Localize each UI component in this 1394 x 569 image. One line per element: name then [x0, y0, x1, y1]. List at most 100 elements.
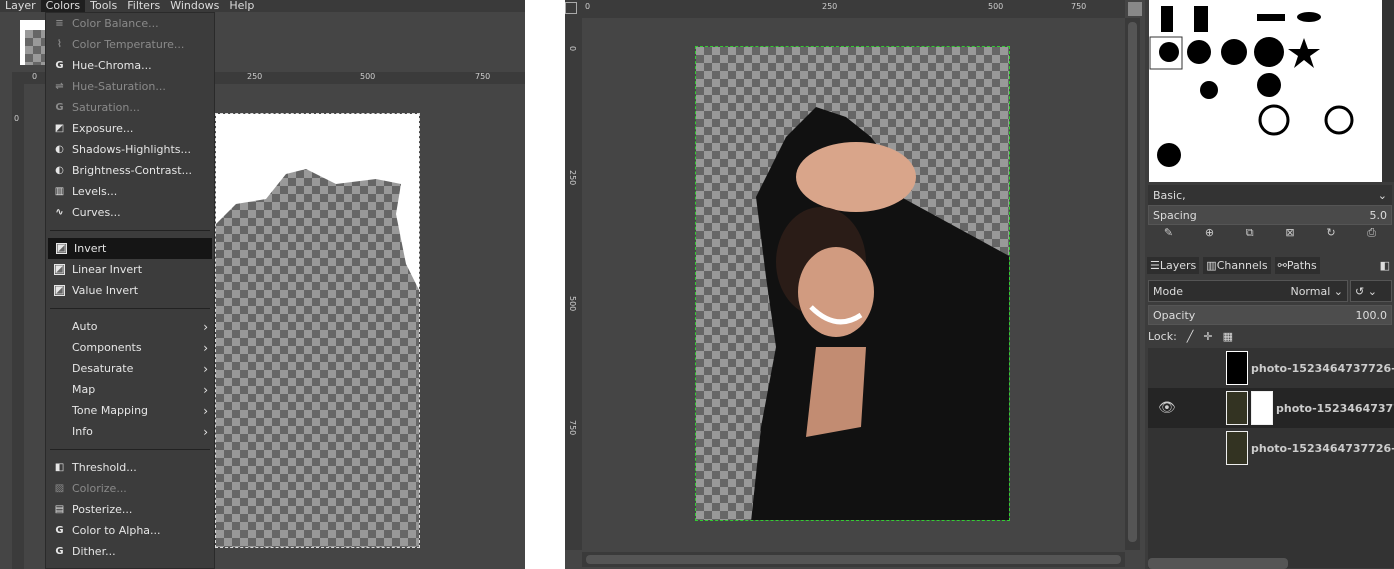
layer-row[interactable]: photo-1523464737726-0	[1148, 428, 1394, 468]
menu-item-color-to-alpha[interactable]: G Color to Alpha...	[46, 520, 214, 541]
layers-horizontal-scrollbar[interactable]	[1148, 558, 1288, 569]
lock-row: Lock: ╱ ✛ ▦	[1148, 328, 1233, 344]
eye-icon[interactable]: 👁	[1158, 400, 1176, 416]
open-as-image-icon[interactable]: ⎙	[1367, 226, 1376, 246]
canvas-mask-image[interactable]	[215, 113, 420, 548]
spacing-field[interactable]: Spacing 5.0	[1148, 205, 1392, 225]
canvas-photo[interactable]	[695, 46, 1010, 521]
lock-pixels-icon[interactable]: ╱	[1187, 330, 1194, 343]
edit-brush-icon[interactable]: ✎	[1164, 226, 1173, 246]
brightness-contrast-icon: ◐	[55, 165, 64, 176]
menu-item-label: Saturation...	[72, 101, 140, 114]
delete-brush-icon[interactable]: ⊠	[1285, 226, 1294, 246]
dock-menu-icon[interactable]: ◧	[1380, 259, 1390, 272]
tab-layers[interactable]: ☰Layers	[1147, 256, 1200, 274]
vertical-scrollbar[interactable]	[1125, 18, 1140, 550]
lock-alpha-icon[interactable]: ▦	[1223, 330, 1233, 343]
tab-paths[interactable]: ⚯Paths	[1274, 256, 1320, 274]
invert-icon: ◩	[54, 264, 65, 275]
quick-mask-toggle[interactable]	[565, 2, 577, 14]
menu-layer[interactable]: Layer	[0, 0, 41, 12]
menu-item-curves[interactable]: ∿ Curves...	[46, 202, 214, 223]
color-balance-icon: ≡	[55, 18, 64, 29]
levels-icon: ▥	[54, 186, 65, 197]
menu-item-tone-mapping[interactable]: Tone Mapping ›	[46, 400, 214, 421]
colorize-icon: ▨	[54, 483, 65, 494]
menu-separator	[50, 449, 210, 450]
ruler-label: 750	[1071, 2, 1087, 11]
menu-item-invert[interactable]: ◩ Invert	[48, 238, 212, 259]
new-brush-icon[interactable]: ⊕	[1205, 226, 1214, 246]
brushes-scrollbar[interactable]	[1382, 0, 1394, 182]
menu-item-color-balance[interactable]: ≡ Color Balance...	[46, 13, 214, 34]
composite-mode-select[interactable]: ↺ ⌄	[1350, 280, 1392, 302]
menu-item-threshold[interactable]: ◧ Threshold...	[46, 457, 214, 478]
threshold-icon: ◧	[54, 462, 65, 473]
lock-position-icon[interactable]: ✛	[1203, 330, 1212, 343]
menu-item-saturation[interactable]: G Saturation...	[46, 97, 214, 118]
image-tab-thumbnail[interactable]	[20, 20, 45, 65]
menu-item-brightness-contrast[interactable]: ◐ Brightness-Contrast...	[46, 160, 214, 181]
menu-item-desaturate[interactable]: Desaturate ›	[46, 358, 214, 379]
menu-item-dither[interactable]: G Dither...	[46, 541, 214, 562]
menu-item-label: Hue-Chroma...	[72, 59, 152, 72]
tab-label: Paths	[1286, 258, 1317, 272]
spacing-value: 5.0	[1369, 208, 1388, 222]
opacity-value: 100.0	[1355, 308, 1388, 322]
ruler-label: 500	[568, 296, 577, 312]
menu-colors[interactable]: Colors	[40, 0, 86, 12]
menu-help[interactable]: Help	[224, 0, 259, 12]
menu-item-hue-saturation[interactable]: ⇌ Hue-Saturation...	[46, 76, 214, 97]
menu-tools[interactable]: Tools	[85, 0, 122, 12]
menu-item-linear-invert[interactable]: ◩ Linear Invert	[46, 259, 214, 280]
menu-item-exposure[interactable]: ◩ Exposure...	[46, 118, 214, 139]
menu-item-hue-chroma[interactable]: G Hue-Chroma...	[46, 55, 214, 76]
menu-item-info[interactable]: Info ›	[46, 421, 214, 442]
brushes-grid[interactable]	[1149, 0, 1386, 182]
layer-thumbnail	[1226, 351, 1248, 385]
menu-item-colorize[interactable]: ▨ Colorize...	[46, 478, 214, 499]
menu-item-components[interactable]: Components ›	[46, 337, 214, 358]
ruler-label: 0	[568, 46, 577, 52]
gegl-icon: G	[55, 102, 64, 113]
gegl-icon: G	[55, 60, 64, 71]
layer-mask-thumbnail[interactable]	[1251, 391, 1273, 425]
invert-icon: ◩	[56, 243, 67, 254]
menu-item-label: Color to Alpha...	[72, 524, 161, 537]
chevron-down-icon: ⌄	[1377, 188, 1387, 202]
menu-item-label: Map	[72, 383, 96, 396]
menu-filters[interactable]: Filters	[122, 0, 165, 12]
opacity-field[interactable]: Opacity 100.0	[1148, 305, 1392, 325]
menu-item-levels[interactable]: ▥ Levels...	[46, 181, 214, 202]
menu-item-color-temperature[interactable]: ⌇ Color Temperature...	[46, 34, 214, 55]
menu-item-label: Components	[72, 341, 142, 354]
layer-row[interactable]: 👁 photo-1523464737726-0	[1148, 388, 1394, 428]
blank-icon	[54, 405, 65, 416]
refresh-icon[interactable]: ↻	[1326, 226, 1335, 246]
menu-windows[interactable]: Windows	[165, 0, 224, 12]
brush-preset-select[interactable]: Basic, ⌄	[1148, 185, 1392, 205]
menu-item-label: Auto	[72, 320, 98, 333]
layer-row[interactable]: photo-1523464737726-0	[1148, 348, 1394, 388]
menu-item-auto[interactable]: Auto ›	[46, 316, 214, 337]
menu-item-map[interactable]: Map ›	[46, 379, 214, 400]
menu-item-posterize[interactable]: ▤ Posterize...	[46, 499, 214, 520]
tab-label: Channels	[1216, 258, 1268, 272]
menu-item-shadows-highlights[interactable]: ◐ Shadows-Highlights...	[46, 139, 214, 160]
ruler-label: 250	[568, 170, 577, 186]
submenu-arrow-icon: ›	[203, 403, 208, 418]
tab-channels[interactable]: ▥Channels	[1203, 256, 1271, 274]
preset-label: Basic,	[1153, 188, 1186, 202]
menu-item-value-invert[interactable]: ◩ Value Invert	[46, 280, 214, 301]
ruler-label: 250	[822, 2, 838, 11]
menu-item-label: Value Invert	[72, 284, 139, 297]
right-dock: Basic, ⌄ Spacing 5.0 ✎ ⊕ ⧉ ⊠ ↻ ⎙ ☰Layers ▥Chann…	[1145, 0, 1394, 569]
gegl-icon: G	[55, 525, 64, 536]
invert-icon: ◩	[54, 285, 65, 296]
duplicate-brush-icon[interactable]: ⧉	[1246, 226, 1254, 246]
horizontal-scrollbar[interactable]	[582, 552, 1125, 567]
layer-name: photo-1523464737726-0	[1251, 441, 1394, 455]
mode-select[interactable]: Mode Normal ⌄	[1148, 280, 1348, 302]
zoom-icon[interactable]	[1128, 2, 1142, 16]
ruler-label: 750	[568, 420, 577, 436]
